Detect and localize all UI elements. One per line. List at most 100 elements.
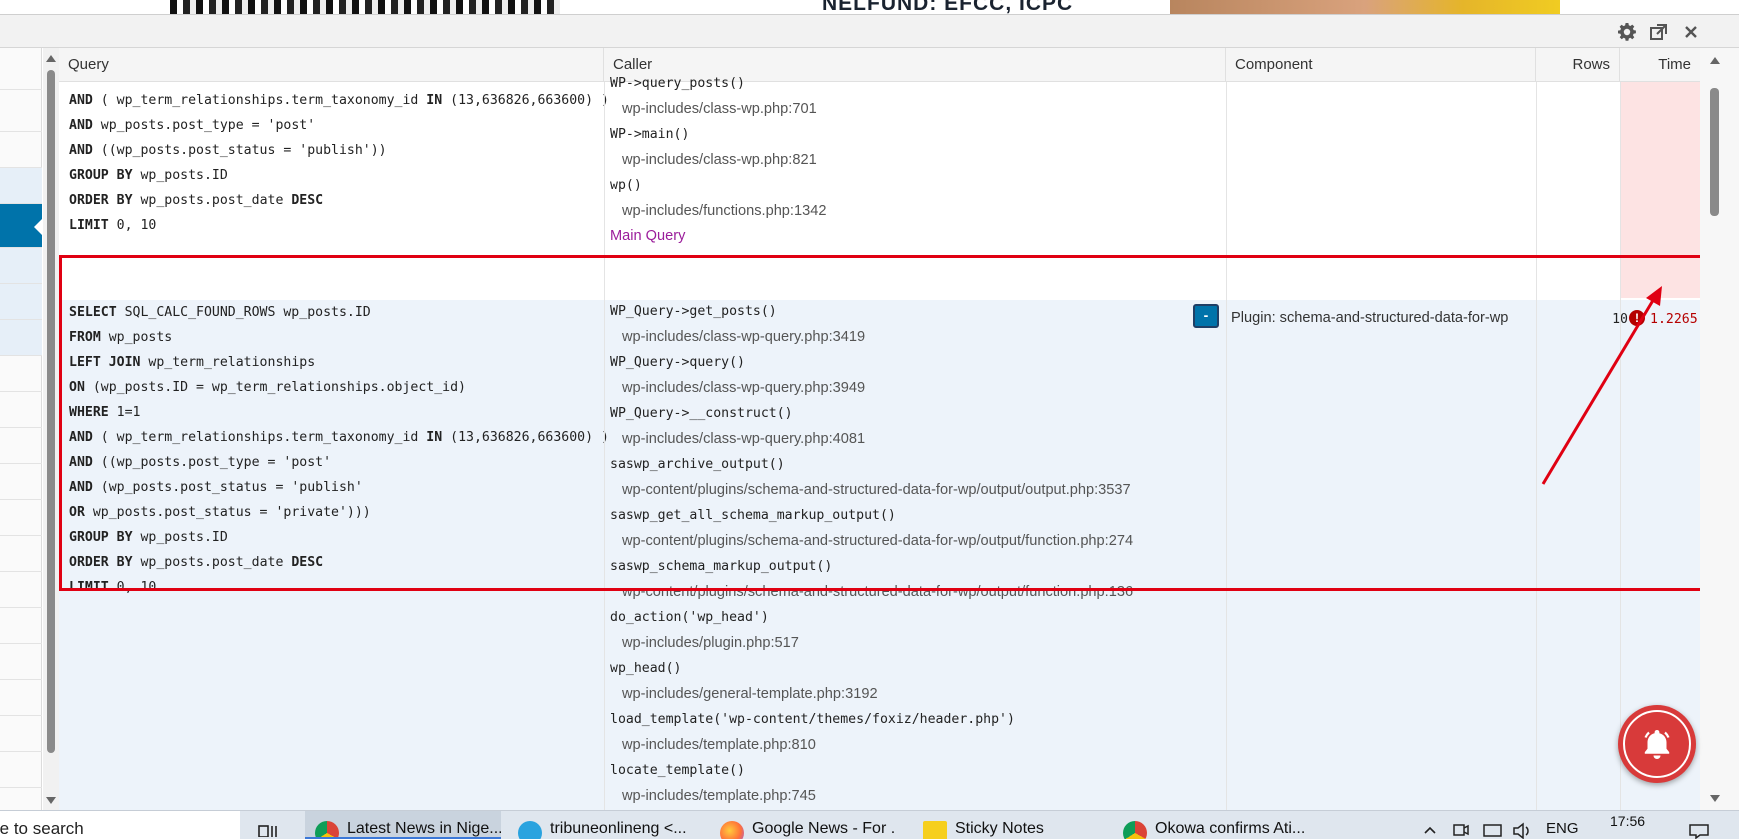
taskbar-app-telegram[interactable]: tribuneonlineng <...	[508, 811, 690, 839]
panel-menu-item[interactable]	[0, 248, 42, 284]
notifications-icon[interactable]	[1688, 811, 1710, 839]
sql-line: GROUP BY wp_posts.ID	[69, 530, 228, 545]
caller-file-link[interactable]: wp-includes/template.php:745	[610, 784, 1133, 810]
panel-menu-item[interactable]	[0, 168, 42, 204]
caller-function: saswp_get_all_schema_markup_output()	[610, 508, 896, 523]
scrollbar-thumb[interactable]	[1710, 88, 1719, 216]
column-header-component[interactable]: Component	[1226, 48, 1536, 82]
sql-line: SELECT SQL_CALC_FOUND_ROWS wp_posts.ID	[69, 305, 371, 320]
scroll-up-arrow-icon[interactable]	[1710, 57, 1720, 64]
popout-icon[interactable]	[1646, 19, 1672, 45]
task-view-icon[interactable]	[258, 819, 280, 838]
sql-line: AND ( wp_term_relationships.term_taxonom…	[69, 430, 609, 445]
panel-menu-item[interactable]	[0, 680, 42, 716]
caller-stack: WP->query_posts() wp-includes/class-wp.p…	[610, 71, 826, 244]
caller-file-link[interactable]: wp-includes/template.php:810	[610, 733, 1133, 759]
panel-menu-item[interactable]	[0, 392, 42, 428]
close-icon[interactable]	[1678, 19, 1704, 45]
taskbar-app-chrome[interactable]: Okowa confirms Ati...	[1113, 811, 1313, 839]
tray-chevron-up-icon[interactable]	[1422, 811, 1438, 839]
sql-line: LIMIT 0, 10	[69, 580, 157, 595]
sql-line: AND ((wp_posts.post_type = 'post'	[69, 455, 332, 470]
banner-image-right	[1170, 0, 1560, 14]
panel-menu-item[interactable]	[0, 536, 42, 572]
taskbar-app-label: Google News - For ...	[752, 820, 896, 837]
sql-line: AND (wp_posts.post_status = 'publish'	[69, 480, 363, 495]
caller-file-link[interactable]: wp-includes/plugin.php:517	[610, 631, 1133, 657]
panel-menu-item[interactable]	[0, 132, 42, 168]
scroll-down-arrow-icon[interactable]	[46, 797, 56, 804]
caller-function: load_template('wp-content/themes/foxiz/h…	[610, 712, 1015, 727]
caller-file-link[interactable]: wp-content/plugins/schema-and-structured…	[610, 478, 1133, 504]
main-query-label: Main Query	[610, 228, 686, 244]
sql-line: LEFT JOIN wp_term_relationships	[69, 355, 316, 370]
caller-stack: WP_Query->get_posts() wp-includes/class-w…	[610, 299, 1133, 810]
caller-file-link[interactable]: wp-includes/class-wp.php:821	[610, 148, 826, 174]
column-header-rows[interactable]: Rows	[1536, 48, 1620, 82]
panel-menu-item[interactable]	[0, 752, 42, 788]
panel-menu-item[interactable]	[0, 644, 42, 680]
chrome-icon	[315, 821, 339, 837]
taskbar-app-firefox[interactable]: Google News - For ...	[710, 811, 896, 839]
panel-menu-item-active[interactable]	[0, 204, 43, 248]
panel-menu-item[interactable]	[0, 356, 42, 392]
panel-menu-item[interactable]	[0, 464, 42, 500]
taskbar-app-sticky-notes[interactable]: Sticky Notes	[913, 811, 1063, 839]
caller-file-link[interactable]: wp-includes/general-template.php:3192	[610, 682, 1133, 708]
tray-network-icon[interactable]	[1482, 811, 1504, 839]
sql-line: AND ((wp_posts.post_status = 'publish'))	[69, 143, 387, 158]
caller-file-link[interactable]: wp-includes/class-wp-query.php:4081	[610, 427, 1133, 453]
sql-line: OR wp_posts.post_status = 'private')))	[69, 505, 371, 520]
table-scrollbar[interactable]	[43, 48, 59, 810]
exclamation-circle-icon: !	[1629, 310, 1645, 326]
panel-menu-item[interactable]	[0, 572, 42, 608]
website-banner: NELFUND: EFCC, ICPC	[0, 0, 1739, 14]
taskbar-search-text: re to search	[0, 819, 84, 838]
panel-menu-item[interactable]	[0, 716, 42, 752]
taskbar-app-chrome[interactable]: Latest News in Nige...	[305, 811, 501, 839]
panel-menu-item[interactable]	[0, 428, 42, 464]
caller-file-link[interactable]: wp-content/plugins/schema-and-structured…	[610, 580, 1133, 606]
panel-menu-item[interactable]	[0, 48, 42, 90]
panel-menu-item[interactable]	[0, 90, 42, 132]
panel-menu-item[interactable]	[0, 608, 42, 644]
column-divider	[1620, 82, 1621, 810]
gear-icon[interactable]	[1614, 19, 1640, 45]
panel-menu-item[interactable]	[0, 500, 42, 536]
caller-file-link[interactable]: wp-includes/functions.php:1342	[610, 199, 826, 225]
scrollbar-thumb[interactable]	[47, 70, 55, 753]
sticky-notes-icon	[923, 821, 947, 839]
sql-line: LIMIT 0, 10	[69, 218, 157, 233]
tray-volume-icon[interactable]	[1512, 811, 1534, 839]
sql-line: FROM wp_posts	[69, 330, 173, 345]
taskbar-app-label: Sticky Notes	[955, 820, 1044, 837]
caller-file-link[interactable]: wp-includes/class-wp.php:701	[610, 97, 826, 123]
component-name: Plugin: schema-and-structured-data-for-w…	[1231, 310, 1509, 326]
query-time: 1.2265	[1650, 312, 1698, 327]
caller-function: WP->main()	[610, 127, 690, 142]
panel-toolbar	[0, 14, 1739, 48]
sql-line: AND wp_posts.post_type = 'post'	[69, 118, 316, 133]
sql-line: WHERE 1=1	[69, 405, 141, 420]
taskbar-clock[interactable]: 17:56	[1610, 813, 1645, 829]
language-indicator[interactable]: ENG	[1546, 811, 1579, 839]
column-divider	[1536, 82, 1537, 810]
website-headline[interactable]: NELFUND: EFCC, ICPC	[822, 0, 1073, 14]
page-scrollbar[interactable]	[1700, 48, 1739, 810]
notification-bell-button[interactable]	[1618, 705, 1696, 783]
scroll-down-arrow-icon[interactable]	[1710, 795, 1720, 802]
caller-file-link[interactable]: wp-includes/class-wp-query.php:3949	[610, 376, 1133, 402]
table-row: SELECT SQL_CALC_FOUND_ROWS wp_posts.ID FR…	[59, 300, 1700, 810]
column-header-time[interactable]: Time	[1620, 48, 1700, 82]
caller-file-link[interactable]: wp-content/plugins/schema-and-structured…	[610, 529, 1133, 555]
panel-menu-item[interactable]	[0, 284, 42, 320]
caller-file-link[interactable]: wp-includes/class-wp-query.php:3419	[610, 325, 1133, 351]
toggle-stack-button[interactable]: -	[1193, 304, 1219, 328]
taskbar-search[interactable]: re to search	[0, 811, 240, 839]
scroll-up-arrow-icon[interactable]	[46, 55, 56, 62]
tray-video-icon[interactable]	[1452, 811, 1470, 839]
telegram-icon	[518, 821, 542, 839]
column-header-query[interactable]: Query	[59, 48, 604, 82]
panel-menu-item[interactable]	[0, 320, 42, 356]
caller-function: WP_Query->get_posts()	[610, 304, 777, 319]
